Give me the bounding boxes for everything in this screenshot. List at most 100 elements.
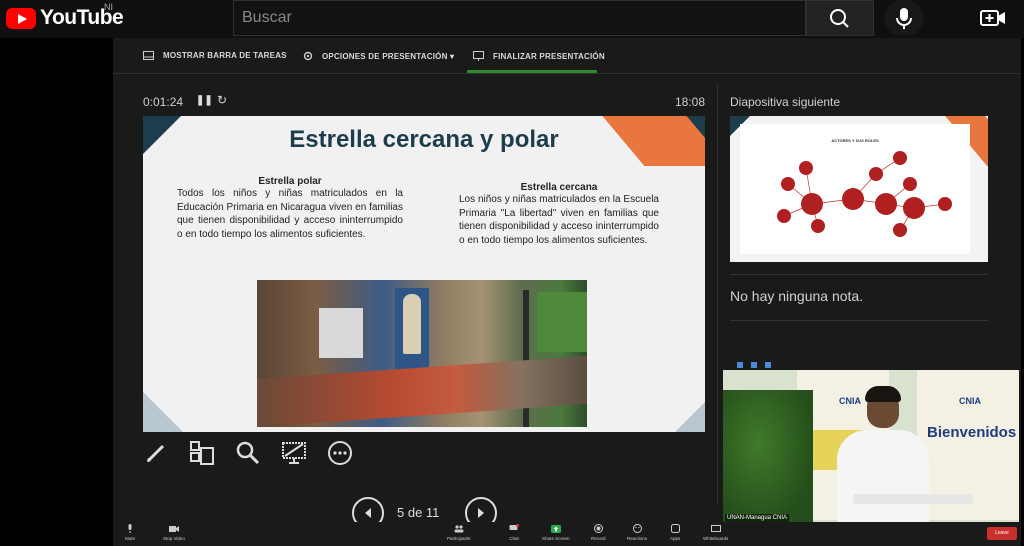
mindmap-node [893,223,907,237]
video-person-body [837,430,929,524]
mindmap-node [781,177,795,191]
next-slide-preview[interactable]: ACTORES Y SUS ROLES [730,116,988,262]
video-welcome-text: Bienvenidos [927,424,1017,441]
end-slideshow-icon [473,51,484,61]
active-toolbar-indicator [467,70,597,73]
mindmap-node [811,219,825,233]
participant-video[interactable]: CNIA CNIA Bienvenidos UNAN-Managua CNIA [723,360,1019,524]
presentation-options-button[interactable]: OPCIONES DE PRESENTACIÓN ▾ [303,51,454,61]
slide-tools [143,440,353,466]
whiteboards-button[interactable]: Whiteboards [703,524,728,541]
chat-button[interactable]: Chat [509,524,519,541]
video-camera-icon [168,525,179,532]
pause-timer-button[interactable]: ❚❚ [196,95,213,106]
show-taskbar-button[interactable]: MOSTRAR BARRA DE TAREAS [143,51,287,60]
slide-title: Estrella cercana y polar [289,126,559,153]
participant-name-label: UNAN-Managua CNIA [725,514,790,522]
slide-corner-decoration-bottom-left [143,392,183,432]
search-icon [830,9,849,28]
screen-icon [282,442,306,464]
video-layout-icon[interactable] [737,362,743,368]
school-photo [257,280,587,427]
photo-trees [537,292,587,352]
clock: 18:08 [675,95,706,109]
reset-timer-button[interactable]: ↻ [217,93,227,107]
current-slide[interactable]: Estrella cercana y polar Estrella polar … [143,116,705,432]
create-video-button[interactable] [978,6,1008,30]
right-heading: Estrella cercana [520,182,598,193]
participants-button[interactable]: Participants [447,524,471,541]
see-all-slides-button[interactable] [189,440,215,466]
mindmap-node [903,177,917,191]
photo-floor [257,355,587,427]
apps-button[interactable]: Apps [670,524,680,541]
smiley-icon [632,524,642,533]
chat-bubble-icon [509,524,519,530]
meeting-controls: Mute Stop Video Participants Chat Share … [113,522,1021,546]
zoom-slide-button[interactable] [235,440,261,466]
video-table [853,494,973,504]
video-banner-logo-right: CNIA [959,396,981,406]
share-screen-icon [550,524,561,533]
settings-icon [303,51,313,61]
presenter-toolbar: MOSTRAR BARRA DE TAREAS OPCIONES DE PRES… [113,38,1021,74]
share-screen-button[interactable]: Share Screen [542,524,570,541]
record-button[interactable]: Record [591,524,606,541]
presenter-window: MOSTRAR BARRA DE TAREAS OPCIONES DE PRES… [113,38,1021,546]
taskbar-icon [143,51,154,60]
search-button[interactable] [806,0,874,36]
mindmap-node [777,209,791,223]
youtube-play-icon [6,7,36,29]
end-presentation-button[interactable]: FINALIZAR PRESENTACIÓN [473,51,605,61]
reactions-button[interactable]: Reactions [627,524,647,541]
mute-button[interactable]: Mute [125,524,135,541]
participants-icon [454,524,464,532]
page-indicator[interactable]: 5 de 11 [397,505,439,520]
notes-divider-bottom [730,320,988,321]
presentation-options-label: OPCIONES DE PRESENTACIÓN ▾ [322,51,455,61]
slide-corner-decoration-bottom-right [675,402,705,432]
video-plant [723,390,813,524]
chevron-left-icon [365,508,371,518]
mindmap-node [903,197,925,219]
mindmap-node [869,167,883,181]
black-screen-button[interactable] [281,440,307,466]
microphone-icon [128,524,132,533]
leave-button[interactable]: Leave [987,527,1017,540]
youtube-header: YouTube NI Buscar [0,0,1024,38]
reactions-label: Reactions [627,536,648,541]
notes-divider [730,274,988,275]
mindmap-node [799,161,813,175]
mindmap-node [875,193,897,215]
share-screen-label: Share Screen [542,536,570,541]
photo-mural-figure [403,294,421,354]
panel-divider [717,84,718,504]
left-heading: Estrella polar [258,176,322,187]
mindmap-node [893,151,907,165]
mindmap-node [938,197,952,211]
search-input[interactable]: Buscar [233,0,806,36]
video-speaker-icon[interactable] [765,362,771,368]
mute-label: Mute [125,536,136,541]
mindmap-preview: ACTORES Y SUS ROLES [740,124,970,254]
more-icon [328,441,352,465]
video-grid-icon[interactable] [751,362,757,368]
video-banner-logo-left: CNIA [839,396,861,406]
video-controls-bar [723,360,1019,370]
microphone-icon [896,8,912,29]
more-options-button[interactable] [327,440,353,466]
pen-tool-button[interactable] [143,440,169,466]
participants-label: Participants [447,536,471,541]
stop-video-button[interactable]: Stop Video [163,524,185,541]
slides-grid-icon [190,441,214,465]
mindmap-central-node [842,188,864,210]
voice-search-button[interactable] [884,0,924,36]
slide-right-column: Estrella cercana Los niños y niñas matri… [459,182,659,247]
chevron-right-icon [478,508,484,518]
whiteboard-icon [710,524,721,532]
pen-icon [146,444,165,463]
record-label: Record [591,536,606,541]
country-code: NI [104,2,113,12]
slide-left-column: Estrella polar Todos los niños y niñas m… [177,176,403,241]
mindmap-node [801,193,823,215]
